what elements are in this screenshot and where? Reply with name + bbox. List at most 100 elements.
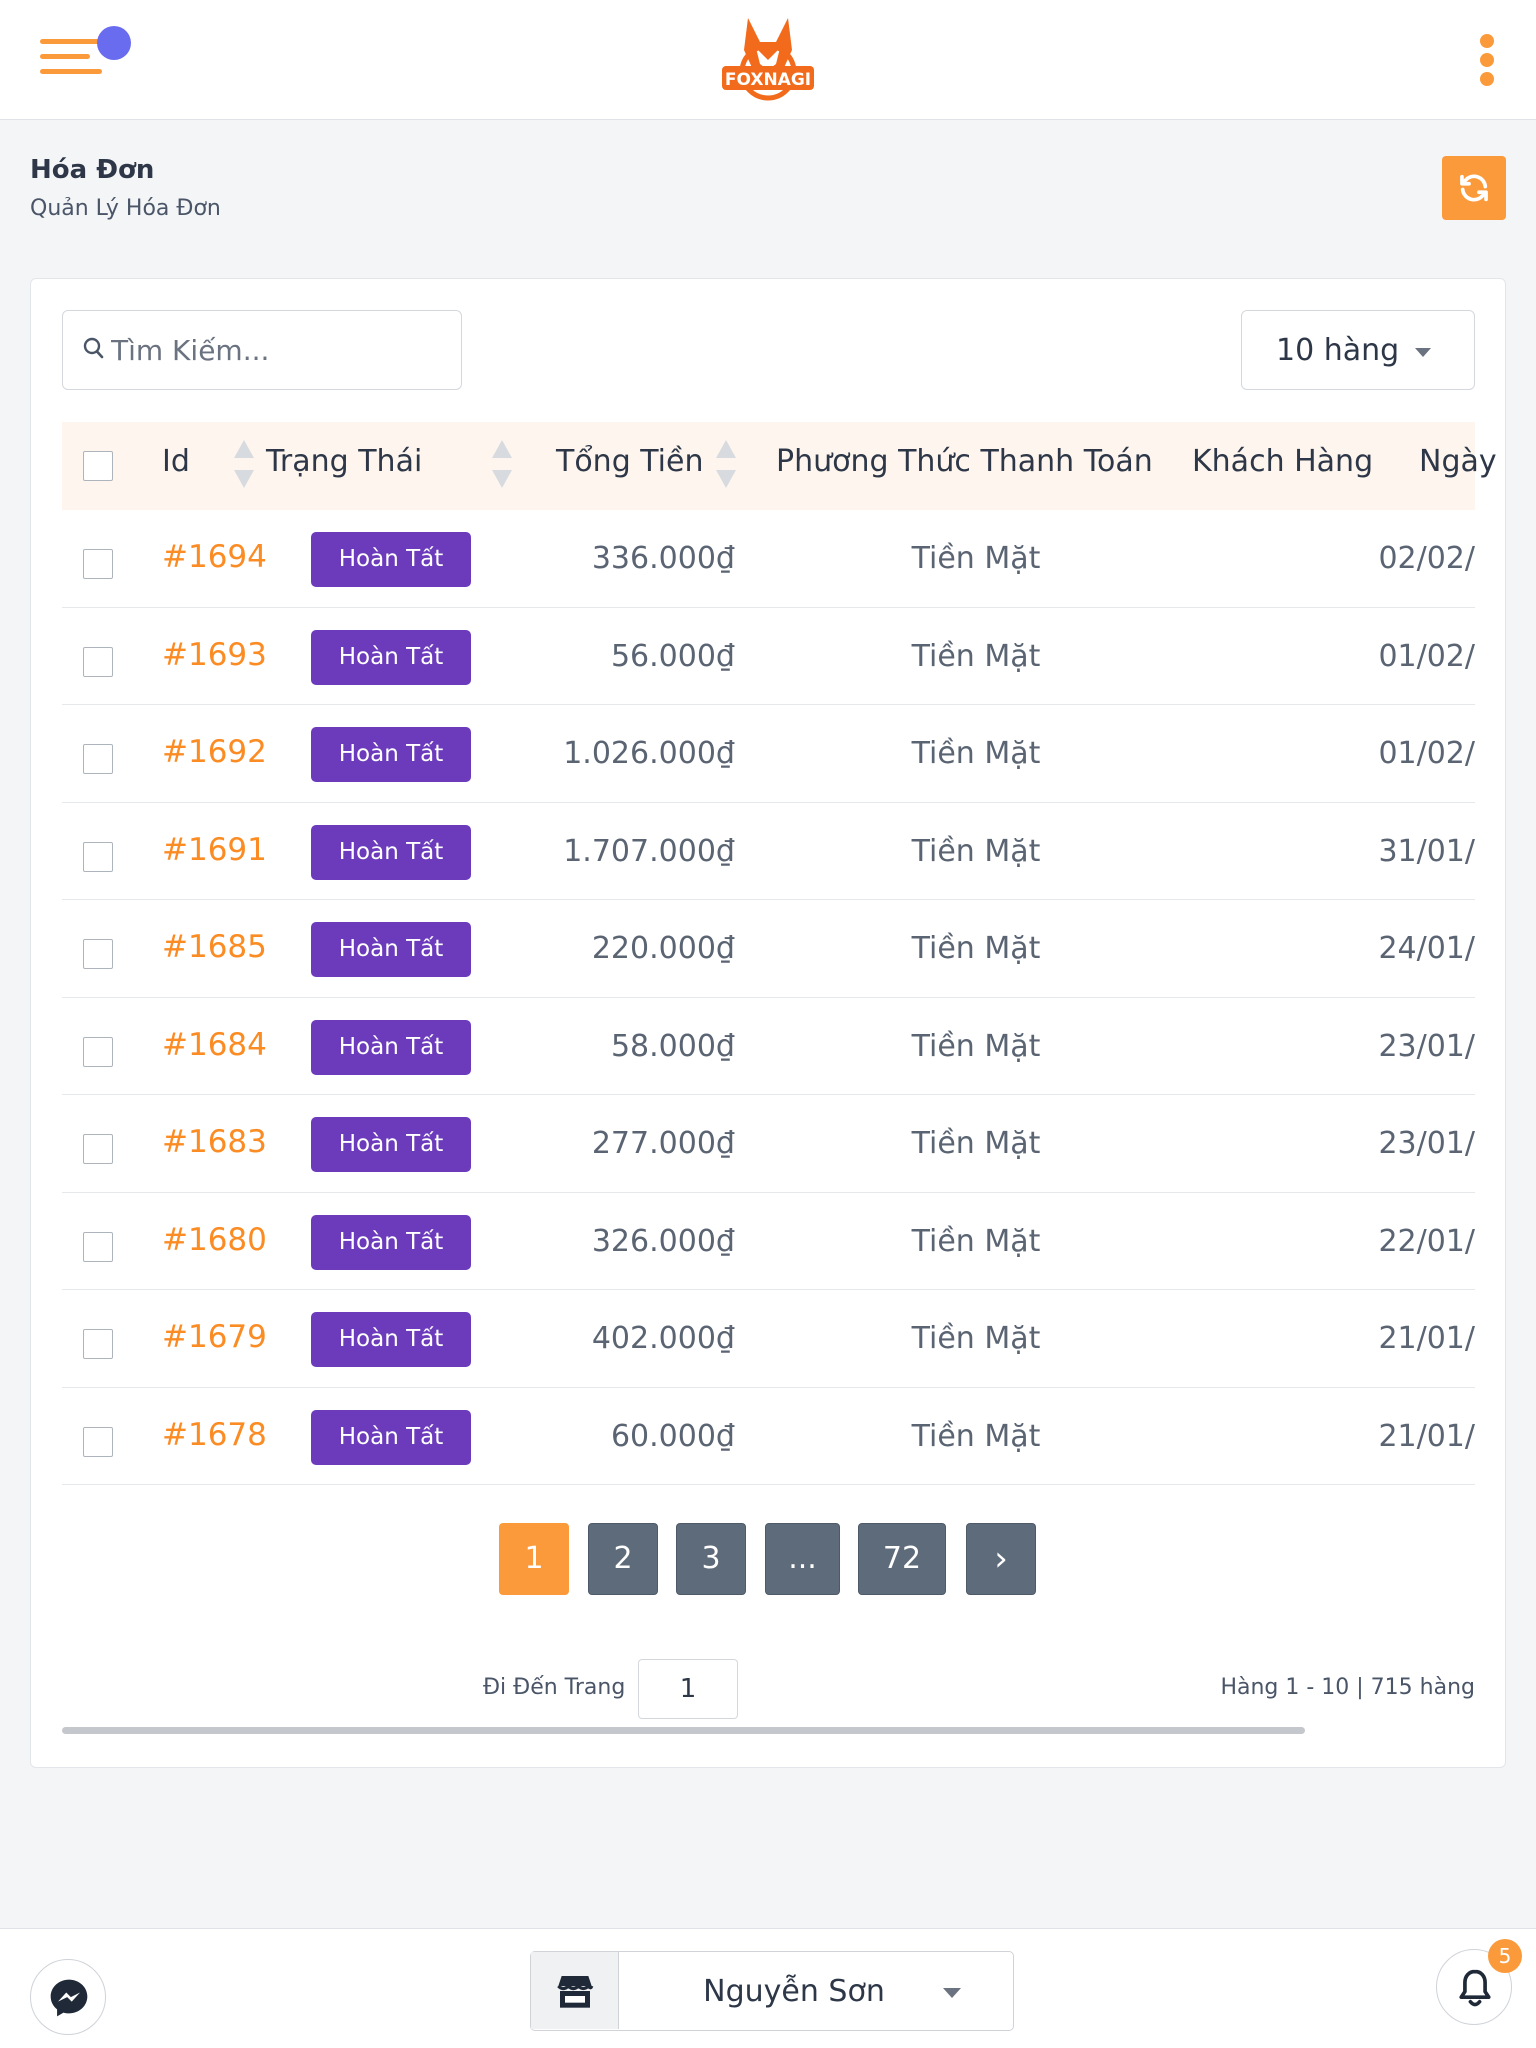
kebab-dot [1480, 53, 1494, 67]
kebab-dot [1480, 34, 1494, 48]
table-row[interactable]: #1678 Hoàn Tất 60.000₫ Tiền Mặt 21/01/ [62, 1388, 1475, 1485]
invoice-id-link[interactable]: #1683 [162, 1124, 267, 1160]
store-icon [557, 1976, 594, 2008]
invoice-date: 01/02/ [1378, 638, 1475, 674]
table-row[interactable]: #1685 Hoàn Tất 220.000₫ Tiền Mặt 24/01/ [62, 900, 1475, 998]
payment-method: Tiền Mặt [911, 1418, 1041, 1454]
page-button-3[interactable]: 3 [676, 1523, 746, 1595]
table-row[interactable]: #1679 Hoàn Tất 402.000₫ Tiền Mặt 21/01/ [62, 1290, 1475, 1388]
notification-count-badge: 5 [1488, 1939, 1522, 1973]
payment-method: Tiền Mặt [911, 638, 1041, 674]
page-button-2[interactable]: 2 [588, 1523, 658, 1595]
row-checkbox[interactable] [83, 549, 113, 579]
row-checkbox[interactable] [83, 1134, 113, 1164]
invoice-id-link[interactable]: #1678 [162, 1417, 267, 1453]
table-row[interactable]: #1680 Hoàn Tất 326.000₫ Tiền Mặt 22/01/ [62, 1193, 1475, 1290]
page-button-1[interactable]: 1 [499, 1523, 569, 1595]
hamburger-menu-icon[interactable] [36, 26, 136, 96]
invoice-date: 02/02/ [1378, 541, 1475, 576]
invoice-date: 23/01/ [1378, 1028, 1475, 1064]
row-checkbox[interactable] [83, 646, 113, 677]
invoice-date: 22/01/ [1378, 1223, 1475, 1259]
refresh-icon [1460, 174, 1488, 202]
payment-method: Tiền Mặt [911, 1223, 1041, 1259]
row-checkbox[interactable] [83, 1231, 113, 1262]
table-row[interactable]: #1692 Hoàn Tất 1.026.000₫ Tiền Mặt 01/02… [62, 705, 1475, 803]
invoice-total: 220.000₫ [591, 931, 735, 966]
invoice-total: 1.026.000₫ [563, 736, 735, 771]
refresh-button[interactable] [1442, 156, 1506, 220]
row-checkbox[interactable] [83, 1036, 113, 1067]
column-header-status[interactable]: Trạng Thái [266, 444, 422, 479]
invoice-total: 336.000₫ [591, 541, 735, 576]
row-checkbox[interactable] [83, 1426, 113, 1457]
svg-text:FOXNAGI: FOXNAGI [725, 70, 811, 90]
store-icon-box [531, 1952, 619, 2029]
invoice-total: 277.000₫ [591, 1126, 735, 1161]
page-title: Hóa Đơn [30, 155, 155, 185]
menu-bar [40, 69, 102, 74]
page-button-ellipsis[interactable]: ... [765, 1523, 840, 1595]
search-input[interactable] [111, 325, 441, 375]
invoice-total: 56.000₫ [610, 638, 735, 674]
invoice-total: 402.000₫ [591, 1321, 735, 1356]
kebab-menu-icon[interactable] [1472, 32, 1502, 88]
payment-method: Tiền Mặt [911, 541, 1041, 576]
payment-method: Tiền Mặt [911, 1126, 1041, 1161]
invoice-date: 21/01/ [1378, 1418, 1475, 1454]
column-header-payment-method: Phương Thức Thanh Toán [776, 444, 1153, 479]
row-checkbox[interactable] [83, 939, 113, 969]
sort-icon[interactable] [716, 440, 736, 494]
column-header-total[interactable]: Tổng Tiền [556, 444, 703, 479]
goto-page-label: Đi Đến Trang [483, 1675, 626, 1700]
payment-method: Tiền Mặt [911, 931, 1041, 966]
table-row[interactable]: #1684 Hoàn Tất 58.000₫ Tiền Mặt 23/01/ [62, 998, 1475, 1095]
column-header-customer: Khách Hàng [1192, 444, 1374, 479]
row-checkbox[interactable] [83, 841, 113, 872]
page-button-72[interactable]: 72 [858, 1523, 946, 1595]
rows-per-page-label: 10 hàng [1276, 333, 1400, 368]
goto-page-input[interactable] [638, 1659, 738, 1719]
messenger-button[interactable] [30, 1959, 106, 2035]
table-row[interactable]: #1683 Hoàn Tất 277.000₫ Tiền Mặt 23/01/ [62, 1095, 1475, 1193]
foxnagi-logo[interactable]: FOXNAGI [718, 10, 818, 110]
chevron-down-icon [1415, 348, 1431, 357]
search-icon [83, 337, 104, 359]
invoice-id-link[interactable]: #1691 [162, 832, 267, 868]
top-header: FOXNAGI [0, 0, 1536, 120]
bottom-bar: Nguyễn Sơn 5 [0, 1928, 1536, 2048]
payment-method: Tiền Mặt [911, 1028, 1041, 1064]
invoice-date: 24/01/ [1378, 931, 1475, 966]
horizontal-scrollbar[interactable] [62, 1727, 1305, 1734]
store-select[interactable]: Nguyễn Sơn [530, 1951, 1014, 2031]
invoice-id-link[interactable]: #1685 [162, 929, 267, 965]
invoice-id-link[interactable]: #1693 [162, 637, 267, 673]
kebab-dot [1480, 72, 1494, 86]
invoice-table-body: #1694 Hoàn Tất 336.000₫ Tiền Mặt 02/02/ … [62, 510, 1475, 1485]
menu-bar [40, 39, 102, 44]
column-header-id[interactable]: Id [162, 444, 190, 479]
invoice-date: 01/02/ [1378, 736, 1475, 771]
sort-icon[interactable] [492, 440, 512, 494]
search-box [62, 310, 462, 390]
table-row[interactable]: #1691 Hoàn Tất 1.707.000₫ Tiền Mặt 31/01… [62, 803, 1475, 900]
sort-icon[interactable] [234, 440, 254, 494]
invoice-id-link[interactable]: #1692 [162, 734, 267, 770]
invoice-id-link[interactable]: #1694 [162, 539, 267, 575]
select-all-checkbox[interactable] [83, 451, 113, 481]
table-row[interactable]: #1694 Hoàn Tất 336.000₫ Tiền Mặt 02/02/ [62, 510, 1475, 608]
invoice-total: 1.707.000₫ [563, 833, 735, 869]
next-page-button[interactable]: › [966, 1523, 1036, 1595]
invoice-id-link[interactable]: #1684 [162, 1027, 267, 1063]
table-row[interactable]: #1693 Hoàn Tất 56.000₫ Tiền Mặt 01/02/ [62, 608, 1475, 705]
invoice-id-link[interactable]: #1680 [162, 1222, 267, 1258]
column-header-date: Ngày [1419, 444, 1497, 479]
invoice-total: 326.000₫ [591, 1223, 735, 1259]
row-checkbox[interactable] [83, 1329, 113, 1359]
invoice-id-link[interactable]: #1679 [162, 1319, 267, 1355]
invoice-date: 21/01/ [1378, 1321, 1475, 1356]
payment-method: Tiền Mặt [911, 833, 1041, 869]
row-checkbox[interactable] [83, 744, 113, 774]
invoice-card: 10 hàng Id Trạng Thái Tổng Tiền Phương T… [30, 278, 1506, 1768]
rows-per-page-select[interactable]: 10 hàng [1241, 310, 1475, 390]
